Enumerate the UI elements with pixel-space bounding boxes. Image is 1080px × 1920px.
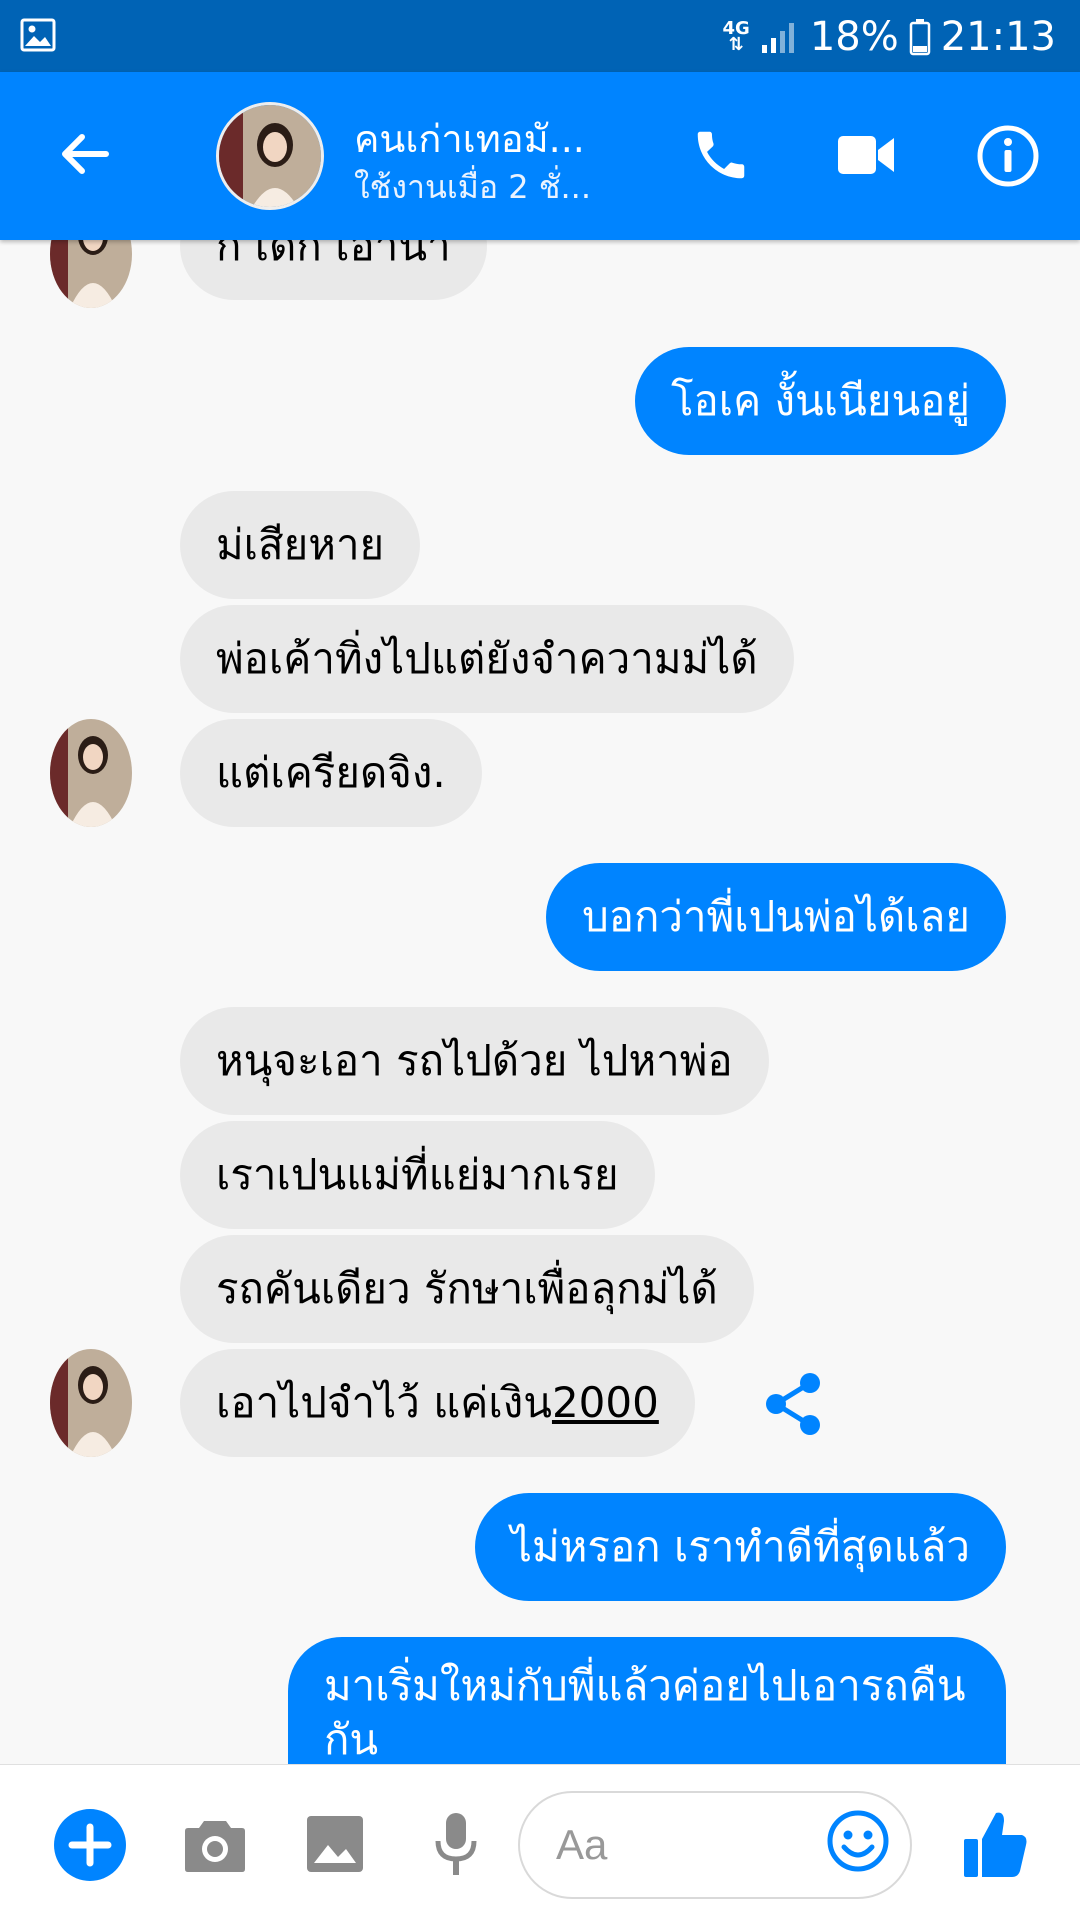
clock: 21:13 bbox=[940, 14, 1056, 60]
status-bar: 4G ⇅ 18% 21:13 bbox=[0, 0, 1080, 72]
signal-icon bbox=[761, 23, 794, 53]
outgoing-message[interactable]: บอกว่าพี่เปนพ่อได้เลย bbox=[546, 863, 1006, 971]
incoming-message[interactable]: เอาไปจำไว้ แค่เงิน2000 bbox=[180, 1349, 695, 1457]
incoming-message[interactable]: หนุจะเอา รถไปด้วย ไปหาพ่อ bbox=[180, 1007, 769, 1115]
microphone-icon[interactable] bbox=[434, 1811, 478, 1877]
outgoing-message[interactable]: ไม่หรอก เราทำดีที่สุดแล้ว bbox=[474, 1493, 1006, 1601]
sender-avatar[interactable] bbox=[50, 719, 132, 827]
message-composer: Aa bbox=[0, 1764, 1080, 1920]
incoming-message[interactable]: แต่เครียดจิง. bbox=[180, 719, 482, 827]
contact-active-status: ใช้งานเมื่อ 2 ชั่... bbox=[354, 168, 591, 206]
phone-call-icon[interactable] bbox=[690, 124, 752, 186]
incoming-message[interactable]: พ่อเค้าทิ่งไปแต่ยังจำความม่ได้ bbox=[180, 605, 794, 713]
emoji-icon[interactable] bbox=[826, 1809, 890, 1873]
battery-percent: 18% bbox=[809, 14, 899, 60]
message-list[interactable]: ก่ เด้ก เอาน่า โอเค งั้นเนียนอยู่ ม่เสีย… bbox=[0, 240, 1080, 1764]
sender-avatar[interactable] bbox=[50, 1349, 132, 1457]
network-type-icon: 4G ⇅ bbox=[722, 18, 750, 55]
message-text: เอาไปจำไว้ แค่เงิน bbox=[216, 1378, 552, 1427]
contact-name[interactable]: คนเก่าเทอมั... bbox=[354, 108, 585, 169]
gallery-notification-icon bbox=[20, 18, 56, 52]
outgoing-message[interactable]: โอเค งั้นเนียนอยู่ bbox=[634, 347, 1006, 455]
camera-icon[interactable] bbox=[184, 1815, 246, 1873]
incoming-message[interactable]: ม่เสียหาย bbox=[180, 491, 421, 599]
outgoing-message[interactable]: มาเริ่มใหม่กับพี่แล้วค่อยไปเอารถคืนกัน bbox=[288, 1637, 1006, 1764]
amount-link[interactable]: 2000 bbox=[552, 1378, 659, 1427]
back-arrow-icon[interactable] bbox=[56, 126, 112, 182]
sender-avatar[interactable] bbox=[50, 240, 132, 308]
image-icon[interactable] bbox=[306, 1815, 364, 1873]
incoming-message[interactable]: ก่ เด้ก เอาน่า bbox=[180, 240, 487, 300]
conversation-header: คนเก่าเทอมั... ใช้งานเมื่อ 2 ชั่... bbox=[0, 72, 1080, 240]
incoming-message[interactable]: เราเปนแม่ที่แย่มากเรย bbox=[180, 1121, 655, 1229]
video-call-icon[interactable] bbox=[836, 130, 896, 180]
contact-avatar[interactable] bbox=[216, 102, 324, 210]
info-icon[interactable] bbox=[976, 124, 1040, 188]
share-icon[interactable] bbox=[764, 1371, 824, 1437]
thumbs-up-icon[interactable] bbox=[962, 1809, 1028, 1879]
plus-icon[interactable] bbox=[54, 1809, 126, 1881]
incoming-message[interactable]: รถคันเดียว รักษาเพื่อลุกม่ได้ bbox=[180, 1235, 754, 1343]
battery-icon bbox=[909, 19, 930, 56]
